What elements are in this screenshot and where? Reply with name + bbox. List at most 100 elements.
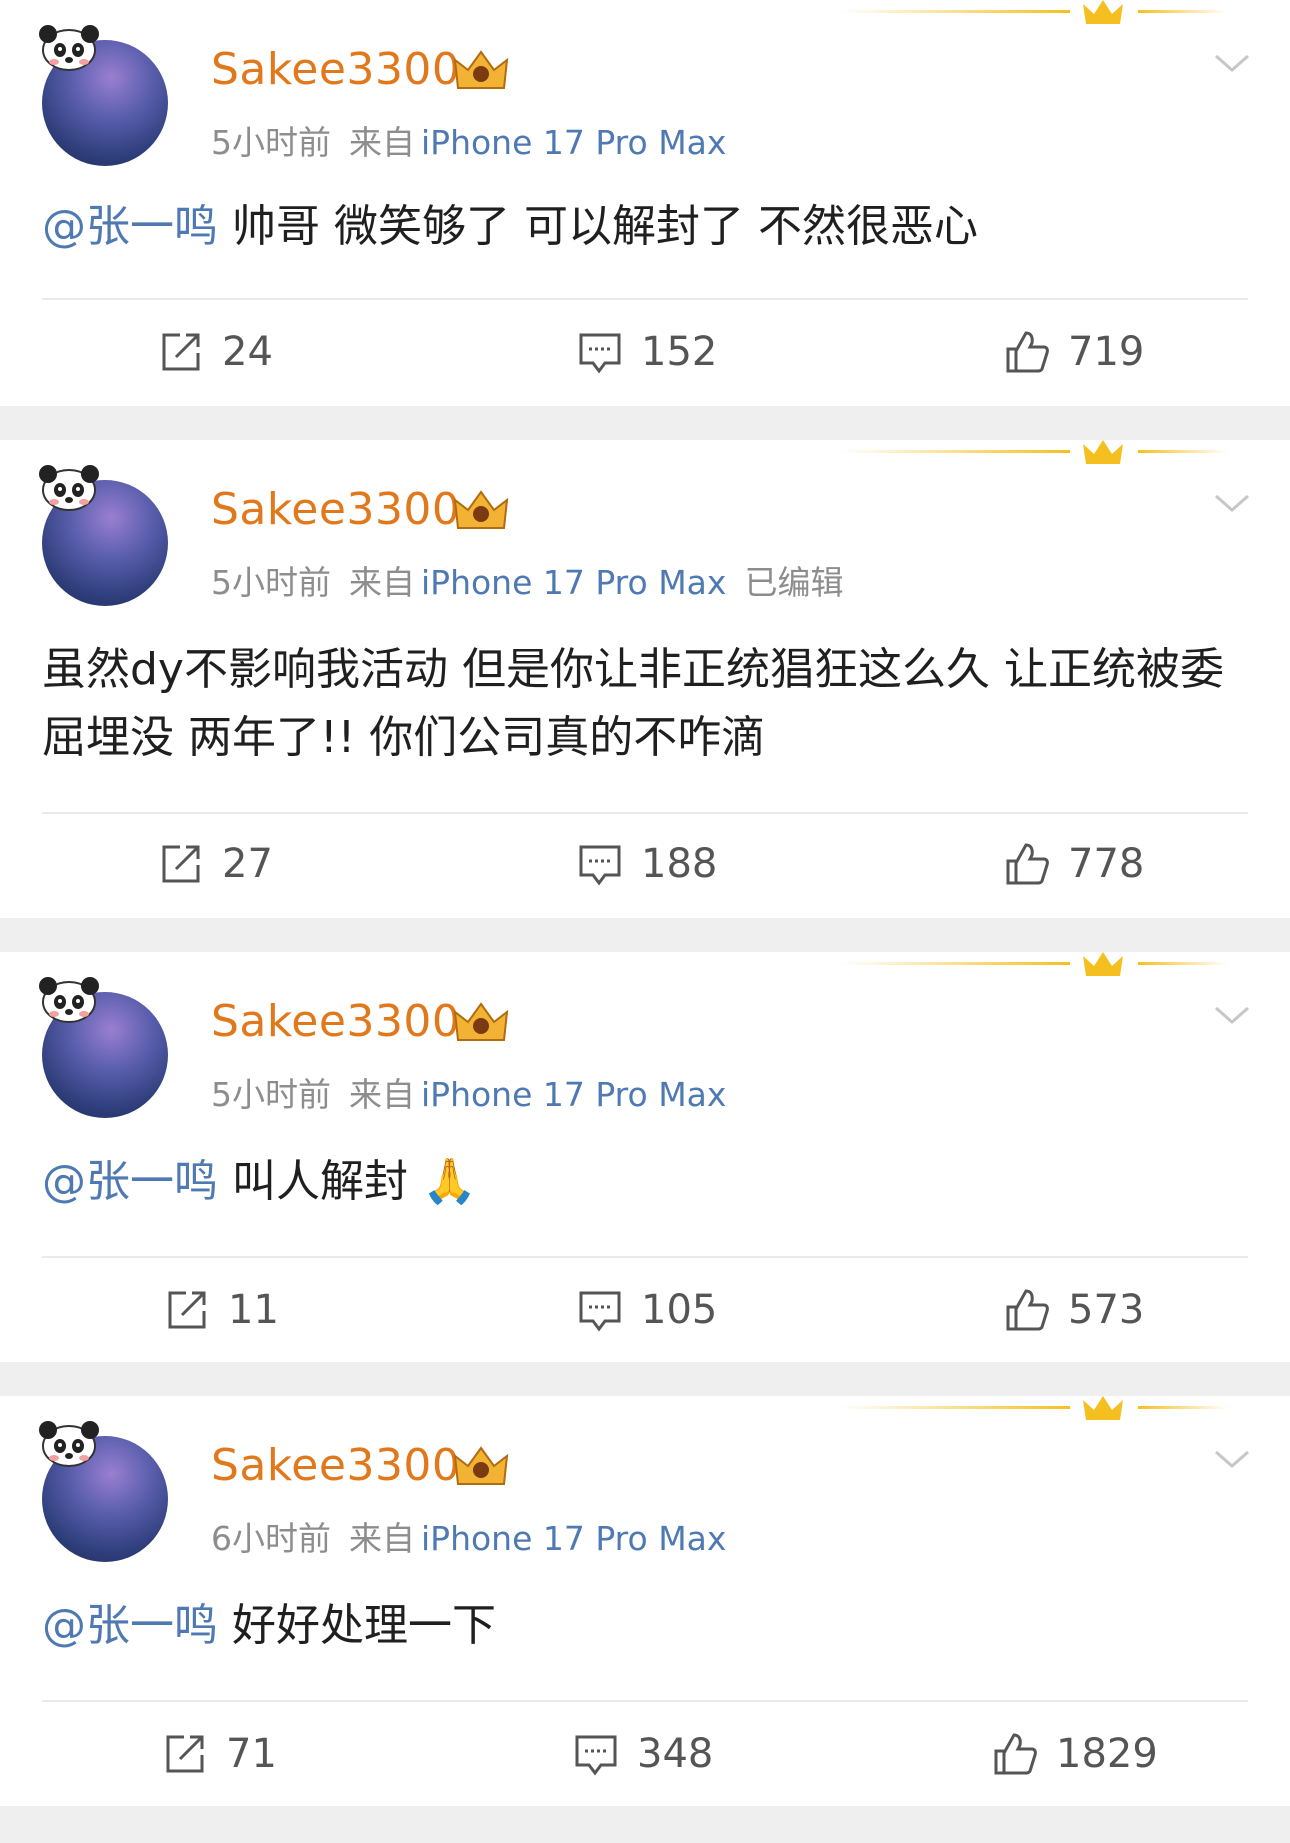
post-content: @张一鸣 帅哥 微笑够了 可以解封了 不然很恶心 xyxy=(42,193,1252,261)
vip-crown-icon[interactable] xyxy=(452,1000,510,1046)
repost-button[interactable]: 27 xyxy=(158,834,273,894)
post-actions: 27 188 778 xyxy=(0,834,1290,894)
device-source[interactable]: iPhone 17 Pro Max xyxy=(421,1075,726,1114)
comment-count: 348 xyxy=(637,1731,714,1777)
chevron-down-icon[interactable] xyxy=(1212,1444,1252,1474)
post-card: Sakee3300 6小时前 来自 iPhone 17 Pro Max @张一鸣 好… xyxy=(0,1396,1290,1806)
chevron-down-icon[interactable] xyxy=(1212,48,1252,78)
device-source[interactable]: iPhone 17 Pro Max xyxy=(421,563,726,602)
comment-button[interactable]: 348 xyxy=(573,1724,713,1784)
post-content: @张一鸣 好好处理一下 xyxy=(42,1592,1252,1660)
like-icon xyxy=(1006,1289,1049,1331)
post-meta: 5小时前 来自 iPhone 17 Pro Max xyxy=(211,1068,744,1116)
like-count: 573 xyxy=(1068,1287,1145,1333)
like-button[interactable]: 1829 xyxy=(992,1724,1158,1784)
vip-crown-icon[interactable] xyxy=(452,1444,510,1490)
panda-pendant-icon xyxy=(39,25,99,71)
post-card: Sakee3300 5小时前 来自 iPhone 17 Pro Max @张一鸣 叫… xyxy=(0,952,1290,1362)
comment-count: 188 xyxy=(641,841,718,887)
post-actions: 71 348 1829 xyxy=(0,1724,1290,1784)
chevron-down-icon[interactable] xyxy=(1212,488,1252,518)
device-source[interactable]: iPhone 17 Pro Max xyxy=(421,1519,726,1558)
username[interactable]: Sakee3300 xyxy=(211,44,460,95)
repost-icon xyxy=(162,845,200,883)
repost-count: 71 xyxy=(226,1731,277,1777)
like-button[interactable]: 573 xyxy=(1004,1280,1144,1340)
comment-button[interactable]: 152 xyxy=(577,322,717,382)
vip-banner-line xyxy=(1138,1406,1228,1409)
username[interactable]: Sakee3300 xyxy=(211,996,460,1047)
comment-button[interactable]: 188 xyxy=(577,834,717,894)
post-actions: 24 152 719 xyxy=(0,322,1290,382)
vip-banner-line xyxy=(1138,10,1228,13)
repost-count: 24 xyxy=(222,329,273,375)
avatar[interactable] xyxy=(39,1421,170,1562)
post-time: 5小时前 xyxy=(211,123,331,162)
chevron-down-icon[interactable] xyxy=(1212,1000,1252,1030)
like-icon xyxy=(994,1733,1037,1775)
repost-button[interactable]: 71 xyxy=(162,1724,277,1784)
comment-icon xyxy=(579,845,621,886)
post-content: @张一鸣 叫人解封 🙏 xyxy=(42,1148,1252,1216)
like-icon xyxy=(1006,331,1049,373)
repost-icon xyxy=(166,1735,204,1773)
post-card: Sakee3300 5小时前 来自 iPhone 17 Pro Max 已编辑 虽然d… xyxy=(0,440,1290,918)
comment-count: 152 xyxy=(641,329,718,375)
like-button[interactable]: 719 xyxy=(1004,322,1144,382)
avatar[interactable] xyxy=(39,977,170,1118)
post-text: 帅哥 微笑够了 可以解封了 不然很恶心 xyxy=(218,201,978,252)
post-meta: 5小时前 来自 iPhone 17 Pro Max xyxy=(211,116,744,164)
like-count: 778 xyxy=(1068,841,1145,887)
like-button[interactable]: 778 xyxy=(1004,834,1144,894)
post-meta: 6小时前 来自 iPhone 17 Pro Max xyxy=(211,1512,744,1560)
repost-count: 11 xyxy=(228,1287,279,1333)
divider xyxy=(42,298,1248,300)
post-time: 5小时前 xyxy=(211,1075,331,1114)
repost-icon xyxy=(168,1291,206,1329)
comment-icon xyxy=(579,1291,621,1332)
username[interactable]: Sakee3300 xyxy=(211,1440,460,1491)
repost-icon xyxy=(162,333,200,371)
repost-button[interactable]: 11 xyxy=(164,1280,279,1340)
repost-button[interactable]: 24 xyxy=(158,322,273,382)
vip-banner-line xyxy=(840,10,1070,13)
vip-banner-line xyxy=(1138,962,1228,965)
post-card: Sakee3300 5小时前 来自 iPhone 17 Pro Max @张一鸣 帅… xyxy=(0,0,1290,406)
post-text: 叫人解封 🙏 xyxy=(218,1156,477,1207)
source-prefix: 来自 xyxy=(349,123,415,162)
comment-icon xyxy=(575,1735,617,1776)
vip-banner-line xyxy=(840,450,1070,453)
vip-banner-line xyxy=(1138,450,1228,453)
avatar[interactable] xyxy=(39,465,170,606)
panda-pendant-icon xyxy=(39,1421,99,1467)
post-time: 6小时前 xyxy=(211,1519,331,1558)
crown-icon xyxy=(1083,952,1123,976)
device-source[interactable]: iPhone 17 Pro Max xyxy=(421,123,726,162)
post-content: 虽然dy不影响我活动 但是你让非正统猖狂这么久 让正统被委屈埋没 两年了!! 你… xyxy=(42,636,1252,772)
source-prefix: 来自 xyxy=(349,563,415,602)
vip-banner-line xyxy=(840,1406,1070,1409)
comment-icon xyxy=(579,333,621,374)
like-icon xyxy=(1006,843,1049,885)
post-text: 虽然dy不影响我活动 但是你让非正统猖狂这么久 让正统被委屈埋没 两年了!! 你… xyxy=(42,644,1224,763)
source-prefix: 来自 xyxy=(349,1075,415,1114)
post-text: 好好处理一下 xyxy=(218,1600,496,1651)
vip-crown-icon[interactable] xyxy=(452,488,510,534)
panda-pendant-icon xyxy=(39,977,99,1023)
crown-icon xyxy=(1083,1396,1123,1420)
divider xyxy=(42,1700,1248,1702)
post-time: 5小时前 xyxy=(211,563,331,602)
comment-button[interactable]: 105 xyxy=(577,1280,717,1340)
mention-link[interactable]: @张一鸣 xyxy=(42,1600,218,1651)
mention-link[interactable]: @张一鸣 xyxy=(42,201,218,252)
vip-crown-icon[interactable] xyxy=(452,48,510,94)
crown-icon xyxy=(1083,440,1123,464)
crown-icon xyxy=(1083,0,1123,24)
repost-count: 27 xyxy=(222,841,273,887)
vip-banner-line xyxy=(840,962,1070,965)
mention-link[interactable]: @张一鸣 xyxy=(42,1156,218,1207)
avatar[interactable] xyxy=(39,25,170,166)
edited-label[interactable]: 已编辑 xyxy=(744,563,843,602)
panda-pendant-icon xyxy=(39,465,99,511)
username[interactable]: Sakee3300 xyxy=(211,484,460,535)
